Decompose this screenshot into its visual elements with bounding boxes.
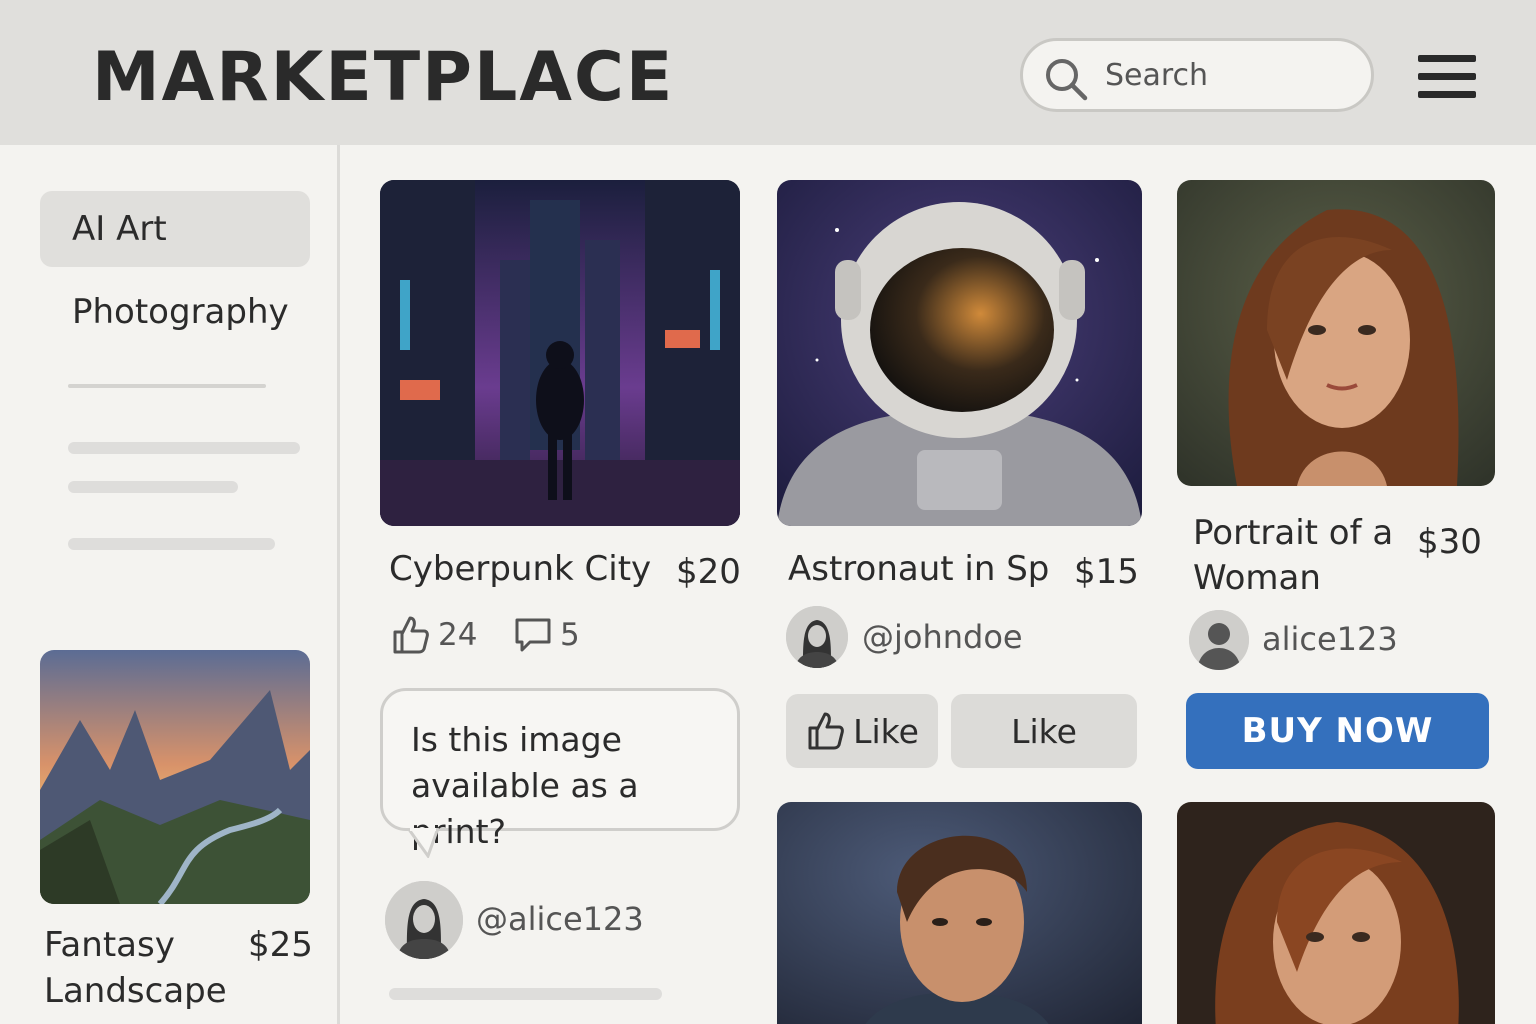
sidebar-item-ai-art[interactable]: AI Art — [40, 191, 310, 267]
thumbs-up-icon — [393, 616, 429, 654]
like-count[interactable]: 24 — [390, 614, 477, 656]
menu-icon[interactable] — [1418, 55, 1476, 99]
avatar[interactable] — [786, 606, 848, 668]
fantasy-landscape-image[interactable] — [40, 650, 310, 904]
search-bar[interactable] — [1020, 38, 1374, 112]
thumbs-up-icon — [808, 712, 844, 750]
listing-title-line2[interactable]: Woman — [1193, 555, 1321, 601]
featured-title-line2: Landscape — [44, 971, 227, 1011]
listing-username[interactable]: @johndoe — [862, 618, 1023, 656]
portrait-man-image[interactable] — [777, 802, 1142, 1024]
sidebar-divider — [68, 384, 266, 388]
comment-count-value: 5 — [560, 617, 580, 653]
marketplace-logo[interactable]: MARKETPLACE — [92, 38, 674, 117]
listing-title[interactable]: Astronaut in Sp — [788, 546, 1049, 592]
like-button-label: Like — [1011, 711, 1077, 751]
comment-bubble: Is this image available as a print? — [380, 688, 740, 851]
comment-text-line2: available as a print? — [411, 766, 639, 851]
sidebar-item-photography[interactable]: Photography — [40, 274, 310, 350]
comment-icon — [515, 618, 551, 652]
avatar[interactable] — [1189, 610, 1249, 670]
listing-title[interactable]: Cyberpunk City — [389, 546, 651, 592]
astronaut-image[interactable] — [777, 180, 1142, 526]
comment-username[interactable]: @alice123 — [476, 900, 644, 938]
listing-username[interactable]: alice123 — [1262, 620, 1398, 658]
featured-price: $25 — [248, 925, 313, 965]
avatar[interactable] — [385, 881, 463, 959]
cyberpunk-city-image[interactable] — [380, 180, 740, 526]
buy-now-button[interactable]: BUY NOW — [1186, 693, 1489, 769]
listing-price: $30 — [1417, 522, 1482, 562]
top-header: MARKETPLACE — [0, 0, 1536, 145]
like-count-value: 24 — [438, 617, 478, 653]
placeholder-line — [389, 988, 662, 1000]
like-button-label: Like — [853, 711, 919, 751]
portrait-woman-2-image[interactable] — [1177, 802, 1495, 1024]
search-icon — [1046, 59, 1088, 101]
like-button-secondary[interactable]: Like — [951, 694, 1137, 768]
listing-price: $20 — [676, 552, 741, 592]
search-input[interactable] — [1105, 53, 1355, 97]
listing-price: $15 — [1074, 552, 1139, 592]
like-button[interactable]: Like — [786, 694, 938, 768]
placeholder-line — [68, 538, 275, 550]
listing-title-line1[interactable]: Portrait of a — [1193, 510, 1393, 556]
comment-text-line1: Is this image — [411, 720, 622, 759]
portrait-woman-image[interactable] — [1177, 180, 1495, 486]
comment-count[interactable]: 5 — [512, 614, 580, 656]
placeholder-line — [68, 442, 300, 454]
placeholder-line — [68, 481, 238, 493]
featured-title-line1: Fantasy — [44, 925, 175, 965]
bubble-tail — [408, 828, 440, 858]
